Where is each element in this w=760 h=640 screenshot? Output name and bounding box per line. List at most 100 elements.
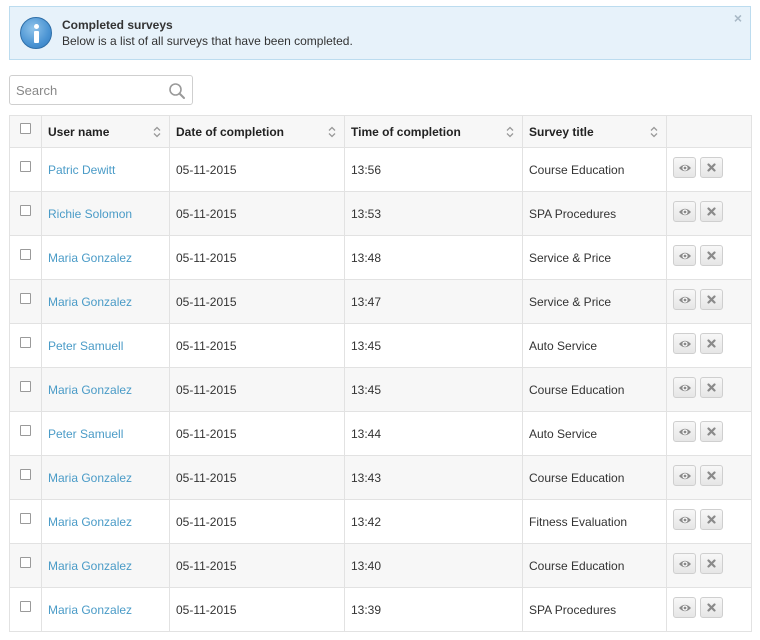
survey-title-cell: SPA Procedures [522,587,667,632]
search-box [9,75,193,105]
date-cell: 05-11-2015 [169,587,345,632]
survey-title-cell: Service & Price [522,279,667,324]
time-cell: 13:43 [344,455,523,500]
row-checkbox[interactable] [20,160,31,172]
user-name-link[interactable]: Peter Samuell [48,339,123,353]
view-button[interactable] [673,333,696,354]
survey-title-cell: Course Education [522,455,667,500]
row-checkbox[interactable] [20,204,31,216]
row-checkbox[interactable] [20,468,31,480]
row-checkbox[interactable] [20,600,31,612]
delete-button[interactable] [700,289,723,310]
table-row: Maria Gonzalez 05-11-2015 13:45 Course E… [9,367,752,412]
delete-button[interactable] [700,201,723,222]
date-cell: 05-11-2015 [169,191,345,236]
user-name-link[interactable]: Maria Gonzalez [48,383,132,397]
sort-icon[interactable] [328,126,336,138]
date-cell: 05-11-2015 [169,323,345,368]
table-row: Peter Samuell 05-11-2015 13:45 Auto Serv… [9,323,752,368]
table-row: Maria Gonzalez 05-11-2015 13:48 Service … [9,235,752,280]
time-cell: 13:47 [344,279,523,324]
search-input[interactable] [10,76,160,104]
date-cell: 05-11-2015 [169,367,345,412]
user-name-link[interactable]: Maria Gonzalez [48,251,132,265]
row-checkbox[interactable] [20,380,31,392]
date-cell: 05-11-2015 [169,411,345,456]
delete-button[interactable] [700,377,723,398]
delete-button[interactable] [700,157,723,178]
eye-icon [678,252,691,259]
delete-button[interactable] [700,465,723,486]
view-button[interactable] [673,157,696,178]
close-icon [707,383,716,392]
eye-icon [678,516,691,523]
row-checkbox[interactable] [20,556,31,568]
close-icon [707,339,716,348]
column-header-user-name[interactable]: User name [41,115,170,148]
table-row: Richie Solomon 05-11-2015 13:53 SPA Proc… [9,191,752,236]
eye-icon [678,296,691,303]
delete-button[interactable] [700,333,723,354]
view-button[interactable] [673,553,696,574]
surveys-table: User name Date of completion Time of com… [9,115,752,632]
user-name-link[interactable]: Maria Gonzalez [48,471,132,485]
date-cell: 05-11-2015 [169,455,345,500]
view-button[interactable] [673,597,696,618]
close-icon[interactable]: × [734,10,742,26]
row-checkbox[interactable] [20,512,31,524]
column-header-survey-title[interactable]: Survey title [522,115,667,148]
delete-button[interactable] [700,553,723,574]
user-name-link[interactable]: Maria Gonzalez [48,295,132,309]
view-button[interactable] [673,421,696,442]
sort-icon[interactable] [153,126,161,138]
user-name-link[interactable]: Patric Dewitt [48,163,115,177]
view-button[interactable] [673,245,696,266]
view-button[interactable] [673,289,696,310]
time-cell: 13:40 [344,543,523,588]
row-checkbox[interactable] [20,292,31,304]
close-icon [707,515,716,524]
survey-title-cell: Course Education [522,367,667,412]
time-cell: 13:56 [344,147,523,192]
select-all-checkbox[interactable] [20,122,31,134]
sort-icon[interactable] [506,126,514,138]
column-header-actions [666,115,752,148]
close-icon [707,251,716,260]
sort-icon[interactable] [650,126,658,138]
eye-icon [678,340,691,347]
close-icon [707,603,716,612]
row-checkbox[interactable] [20,424,31,436]
close-icon [707,559,716,568]
user-name-link[interactable]: Maria Gonzalez [48,515,132,529]
alert-text: Below is a list of all surveys that have… [62,34,353,48]
delete-button[interactable] [700,597,723,618]
delete-button[interactable] [700,245,723,266]
time-cell: 13:39 [344,587,523,632]
user-name-link[interactable]: Maria Gonzalez [48,559,132,573]
close-icon [707,207,716,216]
survey-title-cell: Course Education [522,543,667,588]
view-button[interactable] [673,201,696,222]
alert-title: Completed surveys [62,18,173,32]
user-name-link[interactable]: Maria Gonzalez [48,603,132,617]
column-header-date[interactable]: Date of completion [169,115,345,148]
delete-button[interactable] [700,509,723,530]
user-name-link[interactable]: Peter Samuell [48,427,123,441]
info-icon [20,17,52,49]
table-row: Maria Gonzalez 05-11-2015 13:40 Course E… [9,543,752,588]
view-button[interactable] [673,465,696,486]
eye-icon [678,384,691,391]
row-checkbox[interactable] [20,336,31,348]
view-button[interactable] [673,509,696,530]
delete-button[interactable] [700,421,723,442]
time-cell: 13:45 [344,323,523,368]
view-button[interactable] [673,377,696,398]
close-icon [707,471,716,480]
user-name-link[interactable]: Richie Solomon [48,207,132,221]
survey-title-cell: Service & Price [522,235,667,280]
search-icon[interactable] [168,82,186,100]
close-icon [707,295,716,304]
time-cell: 13:45 [344,367,523,412]
column-header-time[interactable]: Time of completion [344,115,523,148]
row-checkbox[interactable] [20,248,31,260]
